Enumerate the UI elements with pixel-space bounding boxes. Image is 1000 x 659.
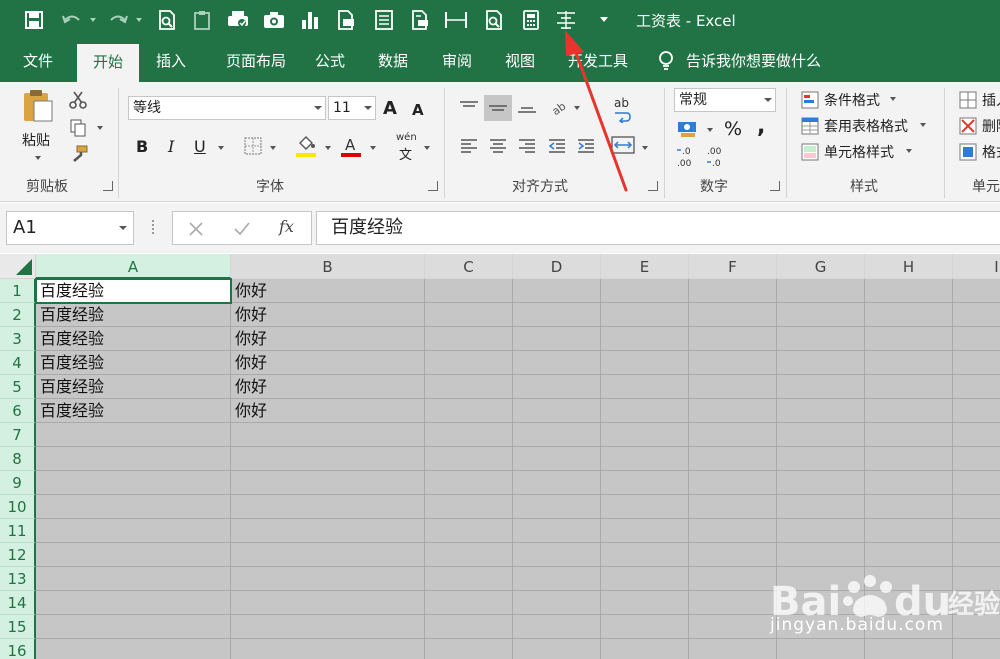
baidu-watermark-logo: Bai du 经验 bbox=[770, 575, 1000, 625]
watermark-url: jingyan.baidu.com bbox=[770, 615, 944, 635]
svg-text:经验: 经验 bbox=[948, 589, 1000, 620]
